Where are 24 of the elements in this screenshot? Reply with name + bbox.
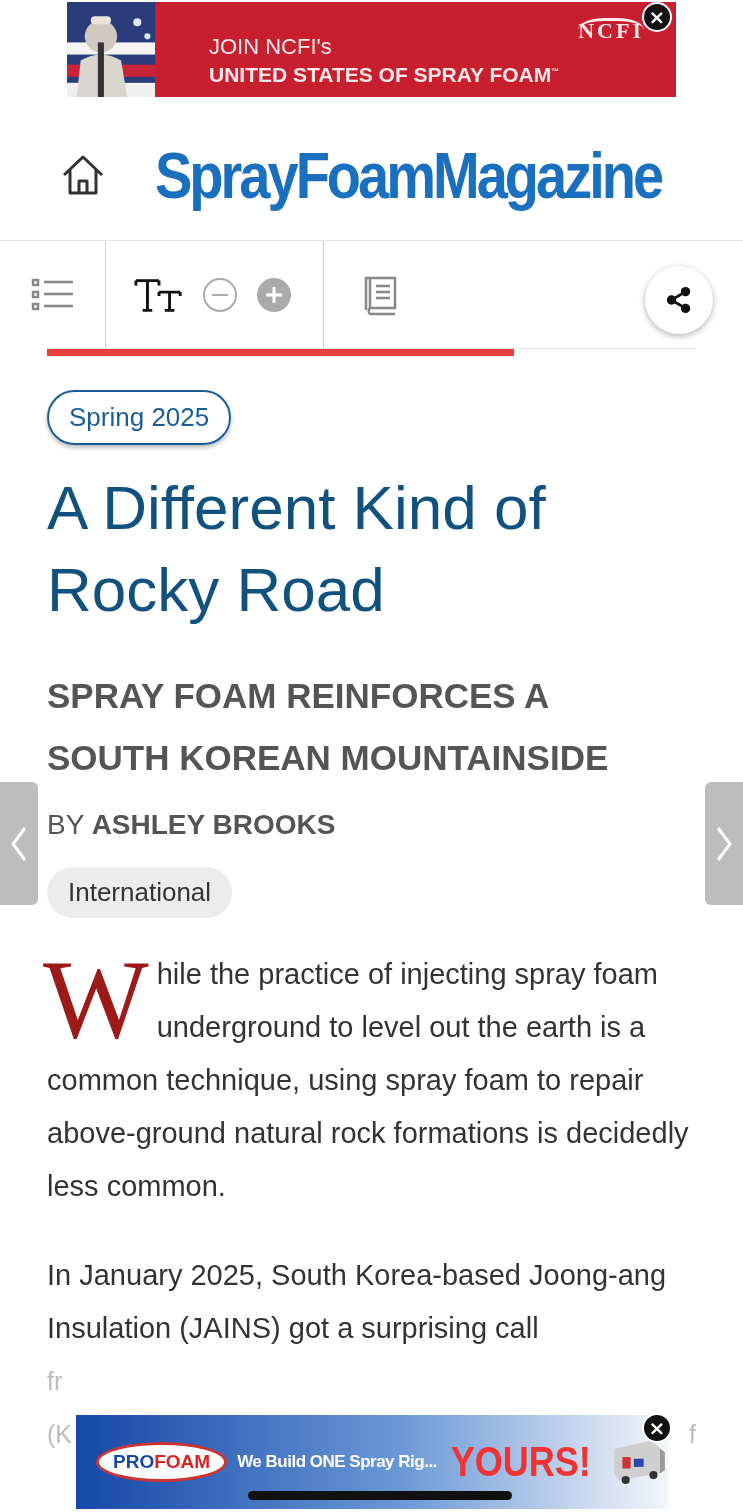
list-icon[interactable] [30,276,75,313]
next-button[interactable] [705,782,743,905]
close-button[interactable]: × [642,1413,672,1443]
ad-headline: YOURS! [450,1436,591,1488]
decrease-icon[interactable] [202,276,238,313]
increase-icon[interactable] [256,276,292,313]
paragraph-fragment: (K [47,1419,72,1450]
byline: BY ASHLEY BROOKS [47,809,337,841]
site-logo[interactable]: SprayFoamMagazine [155,137,662,213]
share-button[interactable] [645,266,713,334]
article-title: A Different Kind of Rocky Road [47,472,547,626]
paragraph-fragment: fr [47,1366,63,1397]
paragraph: In January 2025, South Korea-based Joong-ang Insulation (JAINS) got a surprising call [47,1258,668,1346]
article-subtitle: SPRAY FOAM REINFORCES A SOUTH KOREAN MOUNTAINSIDE [47,675,610,779]
ad-text: JOIN NCFI's [209,35,333,59]
share-icon [665,286,693,314]
ad-text: We Build ONE Spray Rig... [237,1452,437,1472]
issue-link[interactable]: Spring 2025 [47,390,232,445]
paragraph-fragment: f [689,1419,696,1450]
ad-logo: PROFOAM [96,1442,228,1482]
category-tag[interactable]: International [47,867,233,918]
ad-headline: UNITED STATES OF SPRAY FOAM$^{™}$ [209,62,560,88]
previous-button[interactable] [0,782,38,905]
text-size-icon[interactable] [134,276,184,313]
